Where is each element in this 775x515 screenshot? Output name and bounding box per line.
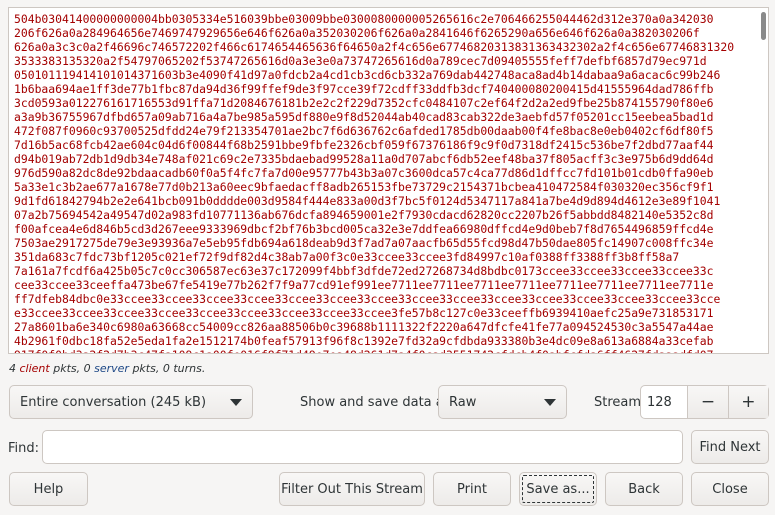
dropdown-arrow-icon <box>230 399 242 406</box>
stream-line: 1b6baa694ae1ff3de77b1fbc87da94d36f99ffef… <box>14 82 714 96</box>
help-button[interactable]: Help <box>9 472 88 506</box>
client-pkt-suffix: pkts, <box>53 362 81 375</box>
stream-line: 7d16b5ac68fcb42ae604c04d6f00844f68b2591b… <box>14 138 714 152</box>
filter-out-stream-button[interactable]: Filter Out This Stream <box>279 472 425 506</box>
find-input[interactable] <box>42 430 683 464</box>
stream-line: 3cd0593a012276161716553d91ffa71d20846761… <box>14 96 714 110</box>
stream-line: 976d590a82dc8de92bdaacadb60f0a5f4fc7fa7d… <box>14 166 714 180</box>
find-next-button[interactable]: Find Next <box>691 430 769 464</box>
data-format-select[interactable]: Raw <box>438 385 567 419</box>
stream-line: f00afcea4e6d846b5cd3d267eee9333969dbcf2b… <box>14 222 714 236</box>
server-pkt-suffix: pkts, 0 <box>132 362 170 375</box>
stream-line: 5a33e1c3b2ae677a1678e77d0b213a60eec9bfae… <box>14 180 714 194</box>
save-as-button[interactable]: Save as... <box>519 472 597 506</box>
packet-summary: 4 client pkts, 0 server pkts, 0 turns. <box>9 362 205 375</box>
stream-line: 27a8601ba6e340c6980a63668cc54009cc826aa8… <box>14 320 714 334</box>
stream-label: Stream <box>594 395 642 410</box>
stream-line: cee33ccee33ceeffa473be67fe5419e77b262f7f… <box>14 278 714 292</box>
stream-line: 472f087f0960c93700525dfdd24e79f213354701… <box>14 124 714 138</box>
stream-line: ff7dfeb84dbc0e33ccee33ccee33ccee33ccee33… <box>14 292 721 306</box>
dropdown-arrow-icon <box>544 399 556 406</box>
stream-line: 7503ae2917275de79e3e93936a7e5eb95fdb694a… <box>14 236 714 250</box>
stream-line: 07a2b75694542a49547d02a983fd10771136ab67… <box>14 208 714 222</box>
increment-icon[interactable]: + <box>727 386 769 418</box>
stream-line: 626a0a3c3c0a2f46696c746572202f466c617465… <box>14 40 735 54</box>
stream-line: 917f0f0bd3a2f2d7b3c47fa109c1a00fe016f8f7… <box>14 348 754 353</box>
stream-line: d94b019ab72db1d9db34e748af021c69c2e7335b… <box>14 152 714 166</box>
stream-line: a3a9b36755967dfbd657a09ab716a4a7be985a59… <box>14 110 714 124</box>
close-button[interactable]: Close <box>691 472 769 506</box>
client-pkt-count: 4 <box>9 362 16 375</box>
back-button[interactable]: Back <box>605 472 683 506</box>
data-format-select-value: Raw <box>449 394 477 410</box>
print-button[interactable]: Print <box>433 472 511 506</box>
server-word: server <box>94 362 129 375</box>
client-word: client <box>19 362 50 375</box>
stream-line: 4b2961f0dbc18fa52e5eda1fa2e1512174b0feaf… <box>14 334 714 348</box>
stream-line: e33ccee33ccee33ccee33ccee33ccee33ccee33c… <box>14 306 714 320</box>
server-pkt-count: 0 <box>83 362 91 375</box>
stream-line: 206f626a0a284964656e7469747929656e646f62… <box>14 26 700 40</box>
stream-number-value[interactable]: 128 <box>641 386 687 418</box>
turns-word: turns. <box>173 362 206 375</box>
stream-line: 3533383135320a2f54797065202f53747265616d… <box>14 54 707 68</box>
stream-raw-text: 504b03041400000000004bb0305334e516039bbe… <box>14 12 754 353</box>
find-label: Find: <box>8 441 40 456</box>
decrement-icon[interactable]: − <box>687 386 728 418</box>
stream-line: 351da683c7fdc73bf1205c021ef72f9df82d4c38… <box>14 250 680 264</box>
stream-line: 050101119414101014371603b3e4090f41d97a0f… <box>14 68 721 82</box>
stream-number-spinner[interactable]: 128 − + <box>640 385 769 419</box>
stream-line: 9d1fd61842794b2e2e641bcb091b0dddde003d95… <box>14 194 721 208</box>
stream-content-view[interactable]: 504b03041400000000004bb0305334e516039bbe… <box>8 7 769 354</box>
stream-line: 7a161a7fcdf6a425b05c7c0cc306587ec63e37c1… <box>14 264 714 278</box>
conversation-select-value: Entire conversation (245 kB) <box>20 394 207 410</box>
stream-line: 504b03041400000000004bb0305334e516039bbe… <box>14 12 714 26</box>
conversation-select[interactable]: Entire conversation (245 kB) <box>9 385 253 419</box>
show-save-label: Show and save data as <box>300 395 451 410</box>
vertical-scrollbar[interactable] <box>761 12 766 40</box>
